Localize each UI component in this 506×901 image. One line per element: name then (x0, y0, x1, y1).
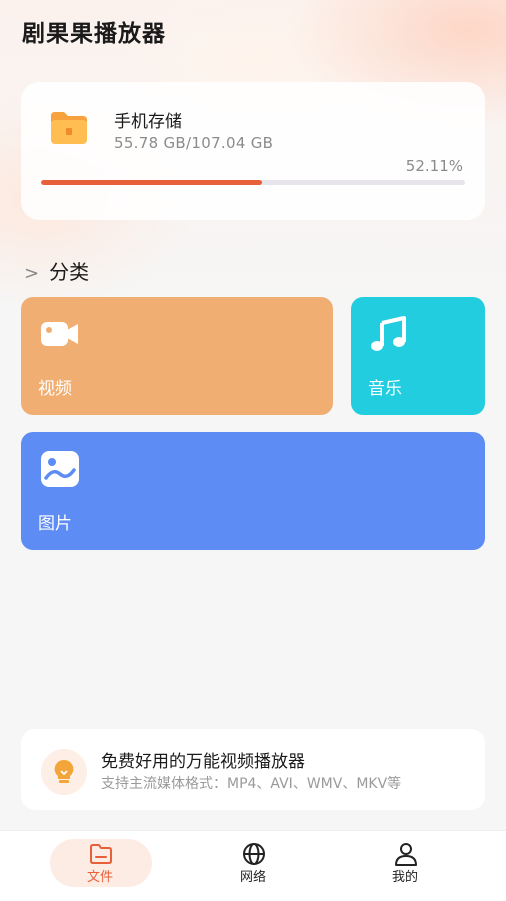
storage-progress-fill (41, 180, 262, 185)
promo-subtitle: 支持主流媒体格式：MP4、AVI、WMV、MKV等 (101, 776, 402, 792)
promo-icon-badge (41, 749, 87, 795)
music-note-icon (371, 316, 406, 351)
category-tile-music[interactable]: 音乐 (351, 297, 485, 415)
category-label: 视频 (38, 379, 72, 399)
folder-icon (51, 112, 87, 144)
image-icon (41, 451, 79, 487)
folder-tab-icon (90, 844, 112, 864)
bottom-tab-bar: 文件 网络 我的 (0, 830, 506, 901)
globe-icon (243, 843, 265, 865)
storage-size: 55.78 GB/107.04 GB (114, 134, 274, 152)
storage-progress-bar (41, 180, 465, 185)
section-title: 分类 (49, 260, 90, 284)
storage-card[interactable]: 手机存储 55.78 GB/107.04 GB 52.11% (21, 82, 485, 220)
category-tile-video[interactable]: 视频 (21, 297, 333, 415)
tab-network[interactable]: 网络 (203, 831, 303, 901)
section-header-categories: > 分类 (24, 256, 89, 285)
video-camera-icon (41, 322, 78, 346)
lightbulb-icon (54, 759, 74, 783)
storage-percent: 52.11% (405, 157, 463, 175)
category-label: 图片 (38, 514, 72, 534)
tab-profile[interactable]: 我的 (355, 831, 455, 901)
promo-banner[interactable]: 免费好用的万能视频播放器 支持主流媒体格式：MP4、AVI、WMV、MKV等 (21, 729, 485, 810)
category-label: 音乐 (368, 379, 402, 399)
app-title: 剧果果播放器 (22, 21, 166, 47)
tab-files[interactable]: 文件 (50, 831, 152, 901)
category-tile-image[interactable]: 图片 (21, 432, 485, 550)
tab-label: 我的 (391, 870, 418, 885)
promo-title: 免费好用的万能视频播放器 (101, 752, 305, 772)
storage-title: 手机存储 (114, 112, 182, 132)
user-icon (395, 843, 417, 866)
tab-label: 网络 (239, 870, 266, 885)
tab-label: 文件 (86, 870, 113, 885)
chevron-right-icon: > (24, 263, 40, 284)
